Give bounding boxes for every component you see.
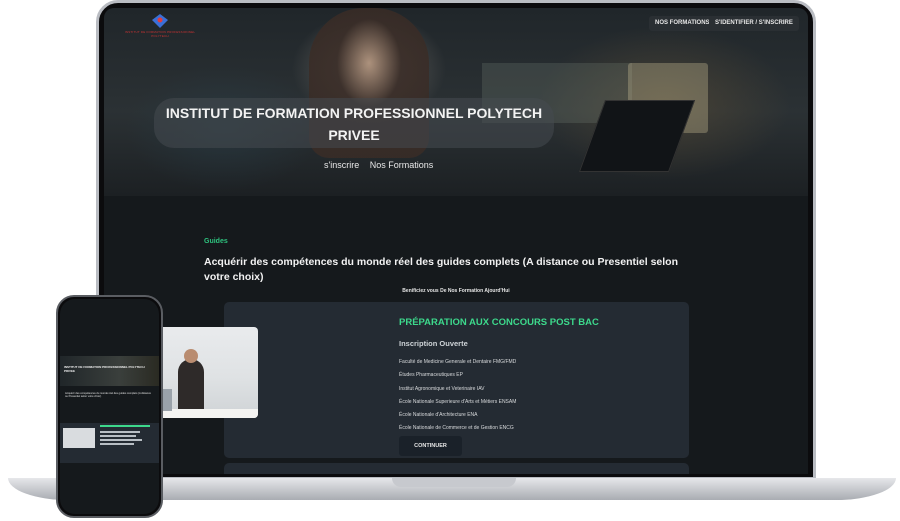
image-person-head — [184, 349, 198, 363]
school-item: Institut Agronomique et Veterinaire IAV — [399, 385, 485, 392]
image-person — [178, 359, 204, 414]
nav-login-signup-button[interactable]: S'IDENTIFIER / S'INSCRIRE — [709, 16, 799, 31]
logo-text: INSTITUT DE FORMATION PROFESSIONNEL POLY… — [124, 30, 196, 38]
hero-links: s'inscrire Nos Formations — [324, 160, 441, 170]
school-item: École Nationale Superieure d'Arts et Mét… — [399, 398, 517, 405]
phone-course-title-bar — [100, 425, 150, 427]
continue-button[interactable]: CONTINUER — [399, 436, 462, 456]
phone-next-card — [60, 459, 159, 463]
signup-link[interactable]: s'inscrire — [324, 160, 359, 170]
course-card-title: PRÉPARATION AUX CONCOURS POST BAC — [399, 317, 599, 328]
phone-section-heading: Acquérir des compétences du monde réel d… — [65, 392, 151, 399]
section-label: Guides — [204, 238, 228, 245]
hero-banner: INSTITUT DE FORMATION PROFESSIONNEL POLY… — [104, 8, 808, 196]
school-item: École Nationale d'Architecture ENA — [399, 412, 478, 419]
laptop-notch — [392, 478, 516, 487]
phone-text-line — [100, 435, 136, 437]
phone-course-image — [63, 428, 95, 448]
phone-screen: INSTITUT DE FORMATION PROFESSIONNEL POLY… — [60, 299, 159, 514]
section-heading: Acquérir des compétences du monde réel d… — [204, 256, 678, 283]
logo-emblem-icon — [152, 14, 168, 28]
phone-text-line — [100, 439, 142, 441]
nav-formations-button[interactable]: NOS FORMATIONS — [649, 16, 716, 31]
hero-title: INSTITUT DE FORMATION PROFESSIONNEL POLY… — [165, 105, 543, 143]
phone-hero-title: INSTITUT DE FORMATION PROFESSIONNEL POLY… — [64, 365, 145, 373]
course-card-next — [224, 463, 689, 474]
benefit-text: Benificiez vous De Nos Formation Ajourd'… — [402, 288, 510, 294]
course-card-subtitle: Inscription Ouverte — [399, 339, 468, 348]
site-logo[interactable]: INSTITUT DE FORMATION PROFESSIONNEL POLY… — [120, 14, 200, 40]
school-item: Études Pharmaceutiques EP — [399, 372, 463, 379]
phone-text-line — [100, 431, 140, 433]
formations-link[interactable]: Nos Formations — [370, 160, 434, 170]
school-list: Faculté de Medicine Generale et Dentaire… — [399, 358, 516, 438]
school-item: Faculté de Medicine Generale et Dentaire… — [399, 359, 517, 365]
phone-text-line — [100, 443, 134, 445]
